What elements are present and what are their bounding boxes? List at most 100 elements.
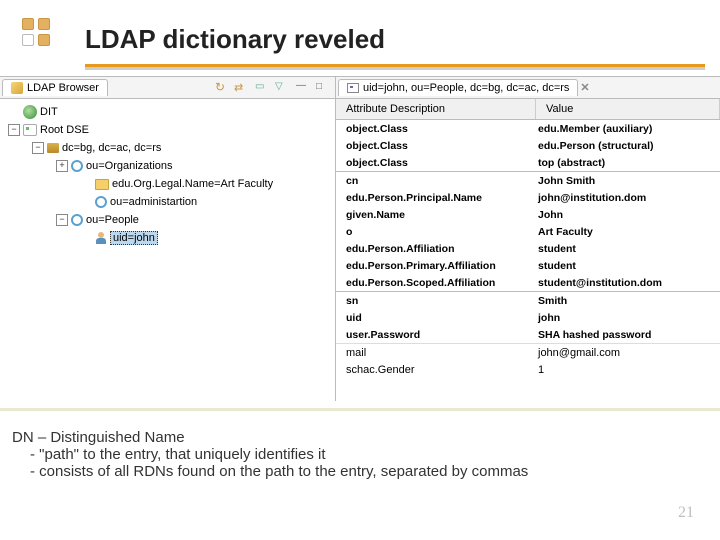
maximize-icon[interactable]: [313, 80, 329, 96]
attribute-row[interactable]: snSmith: [336, 292, 720, 309]
attr-name: user.Password: [336, 329, 536, 341]
expander-placeholder: [80, 196, 92, 208]
ldap-tree[interactable]: DIT − Root DSE − dc=bg, dc=ac, dc=rs + o…: [0, 99, 335, 401]
attribute-row[interactable]: object.Classedu.Person (structural): [336, 137, 720, 154]
attr-name: uid: [336, 312, 536, 324]
header-attribute[interactable]: Attribute Description: [336, 99, 536, 119]
expander-icon[interactable]: −: [8, 124, 20, 136]
attr-value: edu.Person (structural): [536, 140, 720, 152]
footer-line-3: - consists of all RDNs found on the path…: [12, 463, 708, 480]
tab-entry-label: uid=john, ou=People, dc=bg, dc=ac, dc=rs: [363, 82, 569, 94]
footer-line-1: DN – Distinguished Name: [12, 429, 708, 446]
attr-name: object.Class: [336, 157, 536, 169]
tree-label: ou=Organizations: [86, 160, 173, 172]
attr-name: edu.Person.Affiliation: [336, 243, 536, 255]
root-dse-icon: [23, 124, 37, 136]
attribute-row[interactable]: object.Classedu.Member (auxiliary): [336, 120, 720, 137]
ou-icon: [71, 214, 83, 226]
attr-name: edu.Person.Primary.Affiliation: [336, 260, 536, 272]
expander-icon[interactable]: +: [56, 160, 68, 172]
header-value[interactable]: Value: [536, 99, 720, 119]
attribute-row[interactable]: schac.Gender1: [336, 361, 720, 378]
attr-name: edu.Person.Principal.Name: [336, 192, 536, 204]
tree-node-art-faculty[interactable]: edu.Org.Legal.Name=Art Faculty: [2, 175, 333, 193]
entry-editor-icon: [347, 83, 359, 93]
refresh-icon[interactable]: [213, 80, 229, 96]
expander-icon[interactable]: −: [56, 214, 68, 226]
tree-node-root-dse[interactable]: − Root DSE: [2, 121, 333, 139]
attr-value: John: [536, 209, 720, 221]
attr-name: o: [336, 226, 536, 238]
tree-node-dit[interactable]: DIT: [2, 103, 333, 121]
attr-name: mail: [336, 347, 536, 359]
attribute-row[interactable]: edu.Person.Affiliationstudent: [336, 240, 720, 257]
attr-name: given.Name: [336, 209, 536, 221]
expander-placeholder: [80, 232, 92, 244]
attribute-row[interactable]: uidjohn: [336, 309, 720, 326]
attr-value: john: [536, 312, 720, 324]
attribute-row[interactable]: edu.Person.Principal.Namejohn@institutio…: [336, 189, 720, 206]
attribute-row[interactable]: mailjohn@gmail.com: [336, 344, 720, 361]
attr-value: john@gmail.com: [536, 347, 720, 359]
expander-placeholder: [8, 106, 20, 118]
attr-value: 1: [536, 364, 720, 376]
attribute-grid-body[interactable]: object.Classedu.Member (auxiliary)object…: [336, 120, 720, 401]
tree-node-administration[interactable]: ou=administartion: [2, 193, 333, 211]
attr-name: sn: [336, 295, 536, 307]
right-panel: uid=john, ou=People, dc=bg, dc=ac, dc=rs…: [336, 77, 720, 401]
tree-node-dc[interactable]: − dc=bg, dc=ac, dc=rs: [2, 139, 333, 157]
tree-node-ou-people[interactable]: − ou=People: [2, 211, 333, 229]
expander-icon[interactable]: −: [32, 142, 44, 154]
attr-name: object.Class: [336, 140, 536, 152]
left-tabbar: LDAP Browser: [0, 77, 335, 99]
left-panel: LDAP Browser DIT − Root DSE: [0, 77, 336, 401]
tree-label: ou=administartion: [110, 196, 197, 208]
attr-value: Smith: [536, 295, 720, 307]
link-icon[interactable]: [233, 80, 249, 96]
attribute-row[interactable]: given.NameJohn: [336, 206, 720, 223]
attribute-row[interactable]: edu.Person.Primary.Affiliationstudent: [336, 257, 720, 274]
filter-icon[interactable]: [273, 80, 289, 96]
slide-logo: [22, 18, 54, 50]
attribute-row[interactable]: edu.Person.Scoped.Affiliationstudent@ins…: [336, 274, 720, 291]
attr-value: student: [536, 243, 720, 255]
attr-value: john@institution.dom: [536, 192, 720, 204]
attr-name: cn: [336, 175, 536, 187]
attribute-row[interactable]: user.PasswordSHA hashed password: [336, 326, 720, 343]
attr-value: John Smith: [536, 175, 720, 187]
attr-name: object.Class: [336, 123, 536, 135]
tree-label: Root DSE: [40, 124, 89, 136]
user-icon: [95, 232, 107, 244]
attr-value: student@institution.dom: [536, 277, 720, 289]
ldap-browser-icon: [11, 82, 23, 94]
tree-node-ou-organizations[interactable]: + ou=Organizations: [2, 157, 333, 175]
attribute-row[interactable]: oArt Faculty: [336, 223, 720, 240]
collapse-icon[interactable]: [253, 80, 269, 96]
expander-placeholder: [80, 178, 92, 190]
slide-footer: DN – Distinguished Name - "path" to the …: [0, 408, 720, 480]
globe-icon: [23, 105, 37, 119]
tree-label: ou=People: [86, 214, 139, 226]
close-tab-icon[interactable]: ✕: [578, 81, 591, 94]
attribute-row[interactable]: cnJohn Smith: [336, 172, 720, 189]
attribute-grid-header: Attribute Description Value: [336, 99, 720, 120]
dc-icon: [47, 143, 59, 153]
attr-value: top (abstract): [536, 157, 720, 169]
folder-icon: [95, 179, 109, 190]
tab-ldap-browser[interactable]: LDAP Browser: [2, 79, 108, 96]
attr-value: Art Faculty: [536, 226, 720, 238]
slide-title: LDAP dictionary reveled: [85, 24, 385, 55]
ou-icon: [71, 160, 83, 172]
title-underline: [85, 64, 705, 70]
tab-entry-editor[interactable]: uid=john, ou=People, dc=bg, dc=ac, dc=rs: [338, 79, 578, 96]
tree-label: dc=bg, dc=ac, dc=rs: [62, 142, 161, 154]
attr-value: student: [536, 260, 720, 272]
tree-node-uid-john[interactable]: uid=john: [2, 229, 333, 247]
footer-line-2: - "path" to the entry, that uniquely ide…: [12, 446, 708, 463]
ou-icon: [95, 196, 107, 208]
tab-ldap-browser-label: LDAP Browser: [27, 82, 99, 94]
minimize-icon[interactable]: [293, 80, 309, 96]
left-toolbar: [213, 80, 335, 96]
attribute-row[interactable]: object.Classtop (abstract): [336, 154, 720, 171]
page-number: 21: [678, 504, 694, 522]
